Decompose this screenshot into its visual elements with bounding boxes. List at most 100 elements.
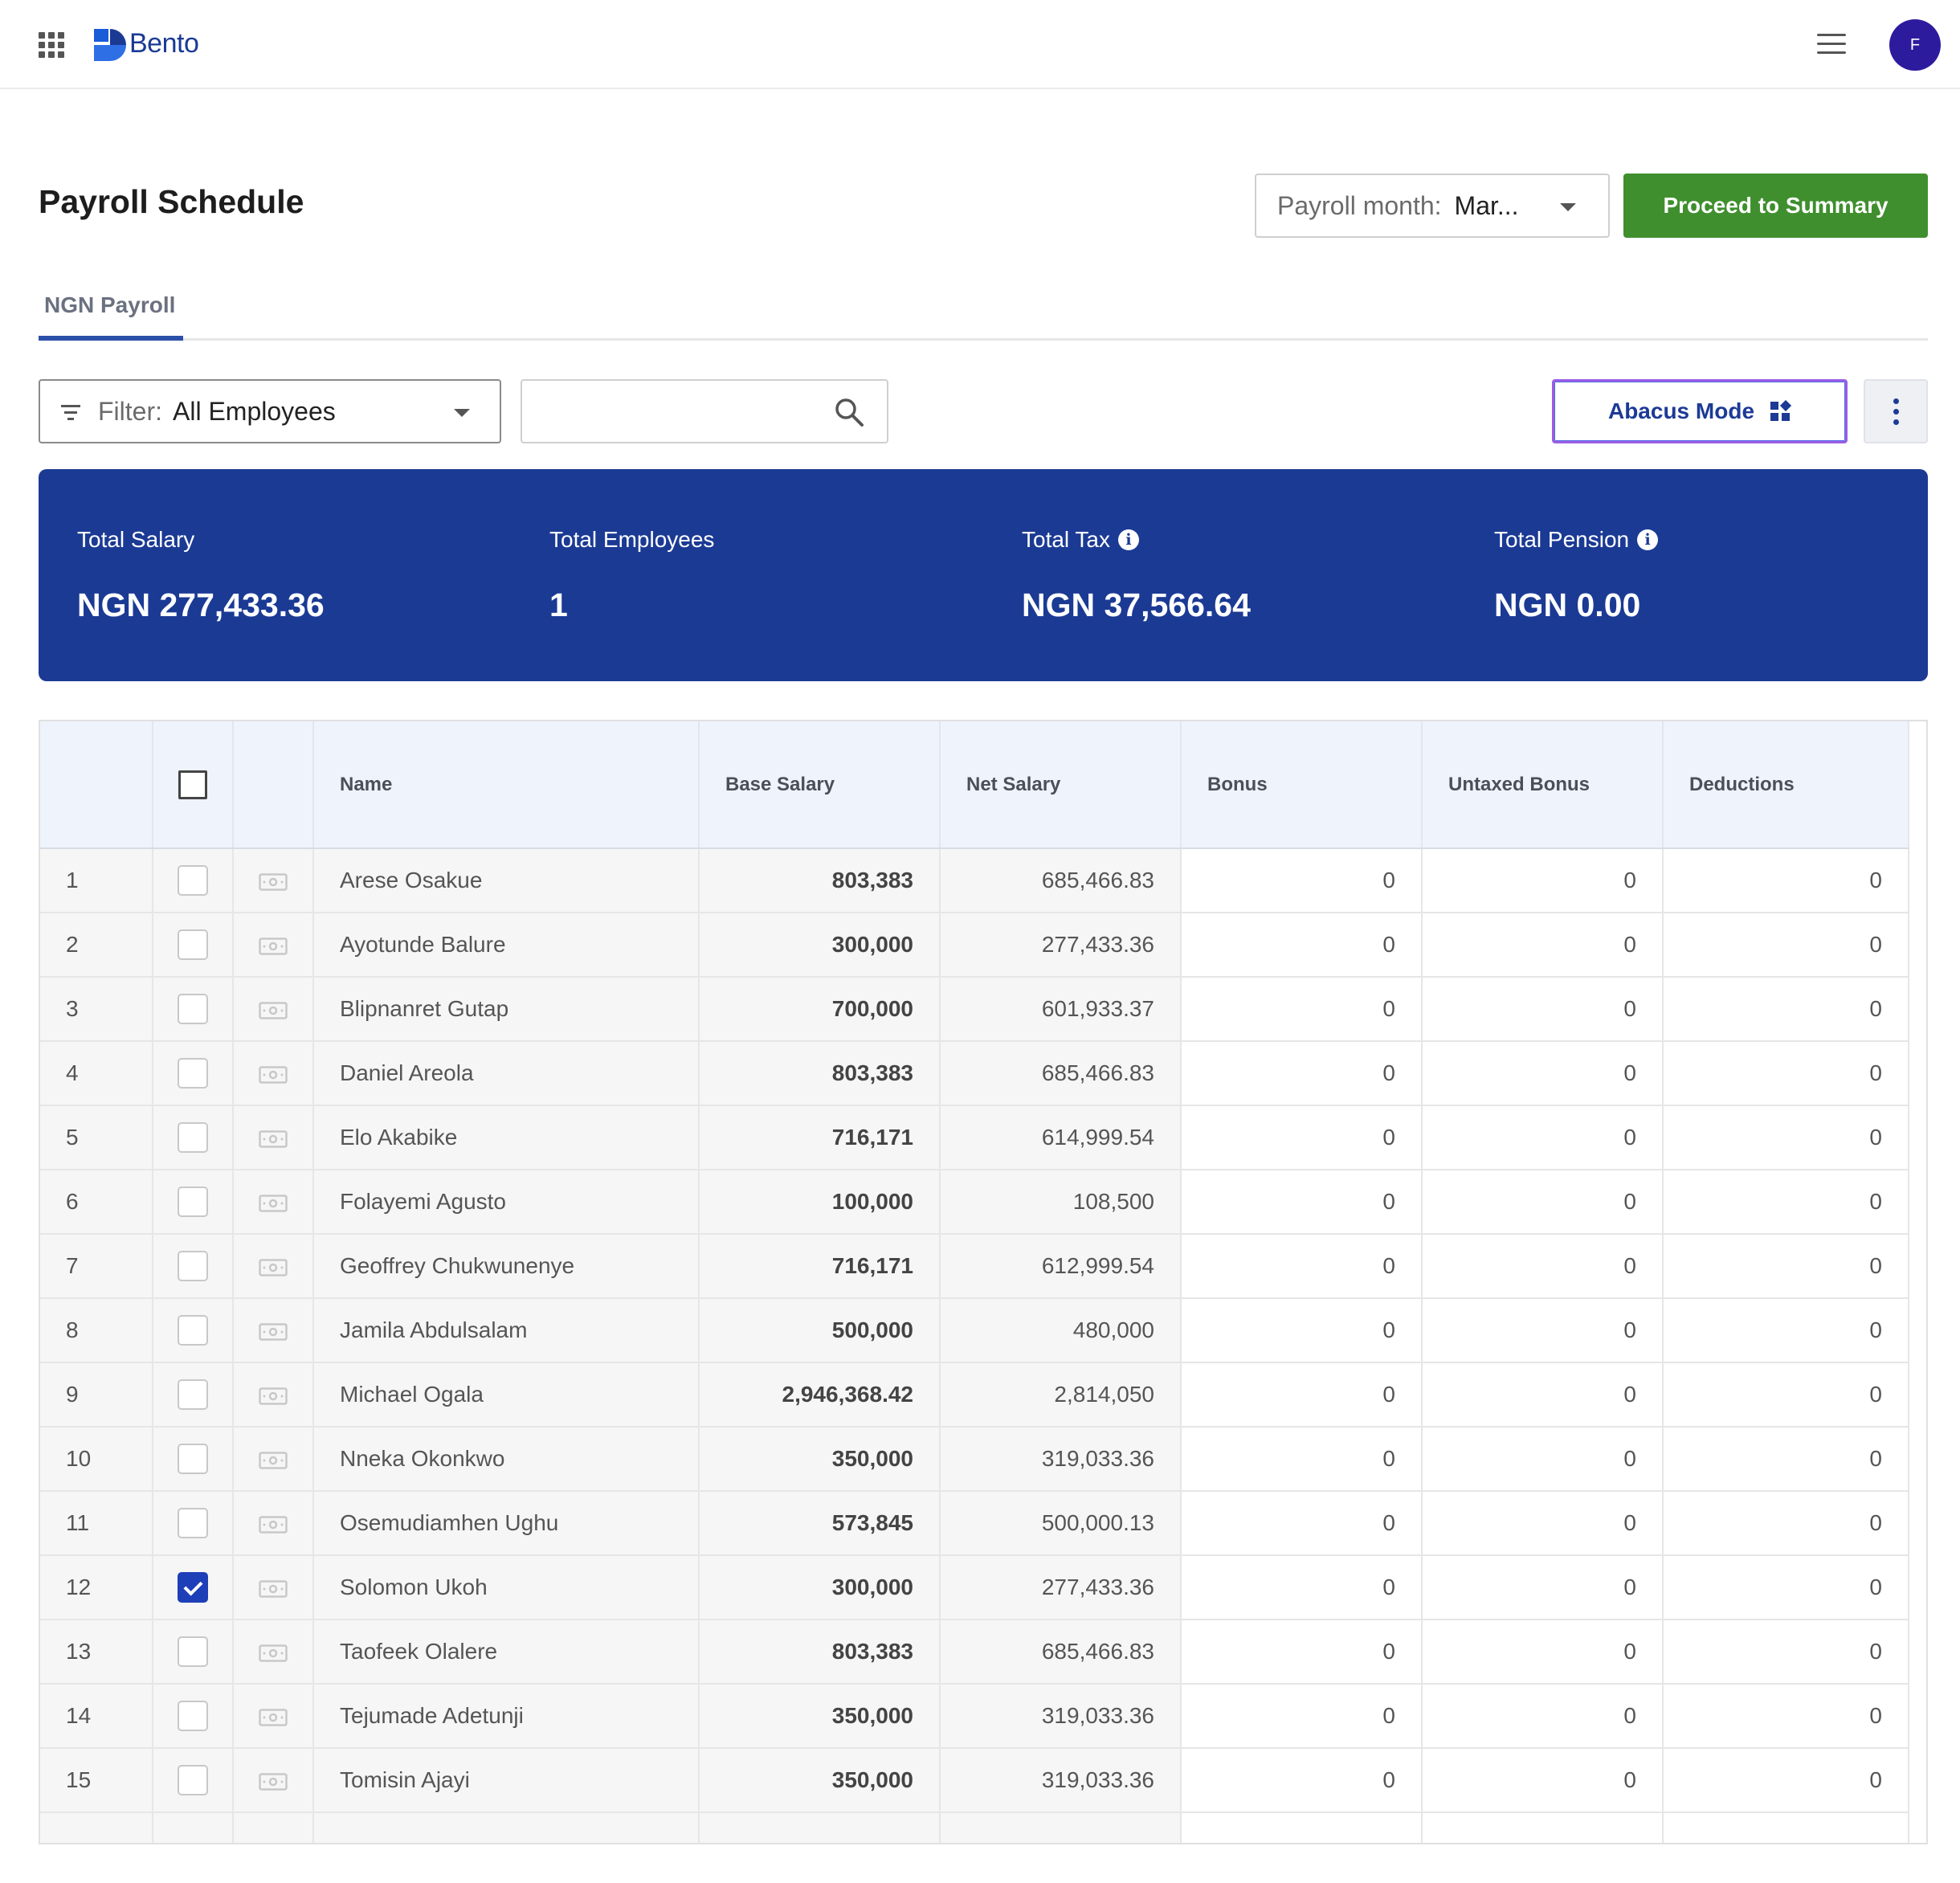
deductions-cell[interactable]: 0 [1663, 1748, 1909, 1813]
untaxed-bonus-cell[interactable]: 0 [1422, 1041, 1664, 1106]
bonus-cell[interactable]: 0 [1181, 1491, 1423, 1556]
hamburger-menu-icon[interactable] [1817, 34, 1846, 55]
money-icon[interactable] [259, 1579, 288, 1598]
apps-grid-icon[interactable] [39, 32, 64, 58]
deductions-cell[interactable]: 0 [1663, 1620, 1909, 1685]
untaxed-bonus-cell[interactable]: 0 [1422, 1555, 1664, 1620]
column-header-untaxed-bonus[interactable]: Untaxed Bonus [1422, 721, 1664, 849]
deductions-cell[interactable]: 0 [1663, 1491, 1909, 1556]
row-checkbox[interactable] [178, 1058, 208, 1089]
untaxed-bonus-cell[interactable]: 0 [1422, 1748, 1664, 1813]
untaxed-bonus-cell[interactable]: 0 [1422, 977, 1664, 1042]
row-checkbox[interactable] [178, 865, 208, 896]
untaxed-bonus-cell[interactable]: 0 [1422, 1427, 1664, 1492]
row-checkbox[interactable] [178, 1701, 208, 1731]
row-checkbox[interactable] [178, 1572, 208, 1603]
table-row[interactable]: 14 Tejumade Adetunji 350,000 319,033.36 … [40, 1684, 1909, 1749]
user-avatar[interactable]: F [1889, 19, 1941, 71]
column-header-net-salary[interactable]: Net Salary [940, 721, 1182, 849]
bonus-cell[interactable]: 0 [1181, 1620, 1423, 1685]
deductions-cell[interactable]: 0 [1663, 1170, 1909, 1235]
deductions-cell[interactable]: 0 [1663, 1041, 1909, 1106]
row-checkbox[interactable] [178, 1315, 208, 1346]
info-icon[interactable]: i [1637, 529, 1659, 550]
money-icon[interactable] [259, 1129, 288, 1148]
money-icon[interactable] [259, 1387, 288, 1405]
money-icon[interactable] [259, 1194, 288, 1212]
money-icon[interactable] [259, 1258, 288, 1276]
row-checkbox[interactable] [178, 1122, 208, 1153]
row-checkbox[interactable] [178, 1444, 208, 1474]
table-row[interactable]: 6 Folayemi Agusto 100,000 108,500 0 0 0 [40, 1170, 1909, 1235]
money-icon[interactable] [259, 1065, 288, 1084]
table-row[interactable]: 12 Solomon Ukoh 300,000 277,433.36 0 0 0 [40, 1555, 1909, 1620]
bonus-cell[interactable]: 0 [1181, 1555, 1423, 1620]
row-checkbox[interactable] [178, 994, 208, 1024]
bonus-cell[interactable]: 0 [1181, 1234, 1423, 1299]
row-checkbox[interactable] [178, 1251, 208, 1281]
table-row[interactable]: 1 Arese Osakue 803,383 685,466.83 0 0 0 [40, 848, 1909, 913]
table-row[interactable]: 4 Daniel Areola 803,383 685,466.83 0 0 0 [40, 1041, 1909, 1106]
table-row[interactable]: 8 Jamila Abdulsalam 500,000 480,000 0 0 … [40, 1298, 1909, 1363]
table-row[interactable]: 10 Nneka Okonkwo 350,000 319,033.36 0 0 … [40, 1427, 1909, 1492]
payroll-month-select[interactable]: Payroll month: Mar... [1255, 174, 1610, 238]
tab-ngn-payroll[interactable]: NGN Payroll [39, 289, 183, 341]
money-icon[interactable] [259, 1772, 288, 1791]
untaxed-bonus-cell[interactable]: 0 [1422, 1491, 1664, 1556]
deductions-cell[interactable]: 0 [1663, 977, 1909, 1042]
more-options-kebab-icon[interactable] [1864, 379, 1928, 443]
column-header-name[interactable]: Name [313, 721, 700, 849]
row-checkbox[interactable] [178, 1187, 208, 1217]
table-row[interactable]: 15 Tomisin Ajayi 350,000 319,033.36 0 0 … [40, 1748, 1909, 1813]
untaxed-bonus-cell[interactable]: 0 [1422, 1362, 1664, 1428]
table-row[interactable]: 2 Ayotunde Balure 300,000 277,433.36 0 0… [40, 913, 1909, 978]
table-row[interactable]: 7 Geoffrey Chukwunenye 716,171 612,999.5… [40, 1234, 1909, 1299]
search-icon[interactable] [834, 397, 864, 427]
row-checkbox[interactable] [178, 929, 208, 960]
bonus-cell[interactable]: 0 [1181, 1684, 1423, 1749]
employee-filter-select[interactable]: Filter: All Employees [39, 379, 501, 443]
deductions-cell[interactable]: 0 [1663, 1684, 1909, 1749]
table-row[interactable]: 13 Taofeek Olalere 803,383 685,466.83 0 … [40, 1620, 1909, 1685]
bonus-cell[interactable]: 0 [1181, 977, 1423, 1042]
money-icon[interactable] [259, 1644, 288, 1662]
deductions-cell[interactable]: 0 [1663, 1298, 1909, 1363]
money-icon[interactable] [259, 1451, 288, 1469]
row-checkbox[interactable] [178, 1636, 208, 1667]
money-icon[interactable] [259, 1708, 288, 1726]
bonus-cell[interactable]: 0 [1181, 848, 1423, 913]
bonus-cell[interactable]: 0 [1181, 1105, 1423, 1170]
untaxed-bonus-cell[interactable]: 0 [1422, 1234, 1664, 1299]
table-row[interactable]: 9 Michael Ogala 2,946,368.42 2,814,050 0… [40, 1362, 1909, 1428]
bonus-cell[interactable]: 0 [1181, 1170, 1423, 1235]
search-input[interactable] [538, 381, 827, 437]
deductions-cell[interactable]: 0 [1663, 913, 1909, 978]
bonus-cell[interactable]: 0 [1181, 1748, 1423, 1813]
column-header-bonus[interactable]: Bonus [1181, 721, 1423, 849]
bonus-cell[interactable]: 0 [1181, 913, 1423, 978]
table-row[interactable]: 5 Elo Akabike 716,171 614,999.54 0 0 0 [40, 1105, 1909, 1170]
untaxed-bonus-cell[interactable]: 0 [1422, 848, 1664, 913]
bonus-cell[interactable]: 0 [1181, 1427, 1423, 1492]
table-row[interactable]: 3 Blipnanret Gutap 700,000 601,933.37 0 … [40, 977, 1909, 1042]
money-icon[interactable] [259, 937, 288, 955]
untaxed-bonus-cell[interactable]: 0 [1422, 1170, 1664, 1235]
money-icon[interactable] [259, 1515, 288, 1534]
untaxed-bonus-cell[interactable]: 0 [1422, 1105, 1664, 1170]
deductions-cell[interactable]: 0 [1663, 1105, 1909, 1170]
bonus-cell[interactable]: 0 [1181, 1362, 1423, 1428]
deductions-cell[interactable]: 0 [1663, 1427, 1909, 1492]
money-icon[interactable] [259, 1322, 288, 1341]
deductions-cell[interactable]: 0 [1663, 848, 1909, 913]
untaxed-bonus-cell[interactable]: 0 [1422, 913, 1664, 978]
money-icon[interactable] [259, 1001, 288, 1019]
deductions-cell[interactable]: 0 [1663, 1362, 1909, 1428]
column-header-deductions[interactable]: Deductions [1663, 721, 1909, 849]
untaxed-bonus-cell[interactable]: 0 [1422, 1620, 1664, 1685]
deductions-cell[interactable]: 0 [1663, 1234, 1909, 1299]
deductions-cell[interactable]: 0 [1663, 1555, 1909, 1620]
proceed-to-summary-button[interactable]: Proceed to Summary [1623, 174, 1928, 238]
row-checkbox[interactable] [178, 1379, 208, 1410]
untaxed-bonus-cell[interactable]: 0 [1422, 1684, 1664, 1749]
untaxed-bonus-cell[interactable]: 0 [1422, 1298, 1664, 1363]
